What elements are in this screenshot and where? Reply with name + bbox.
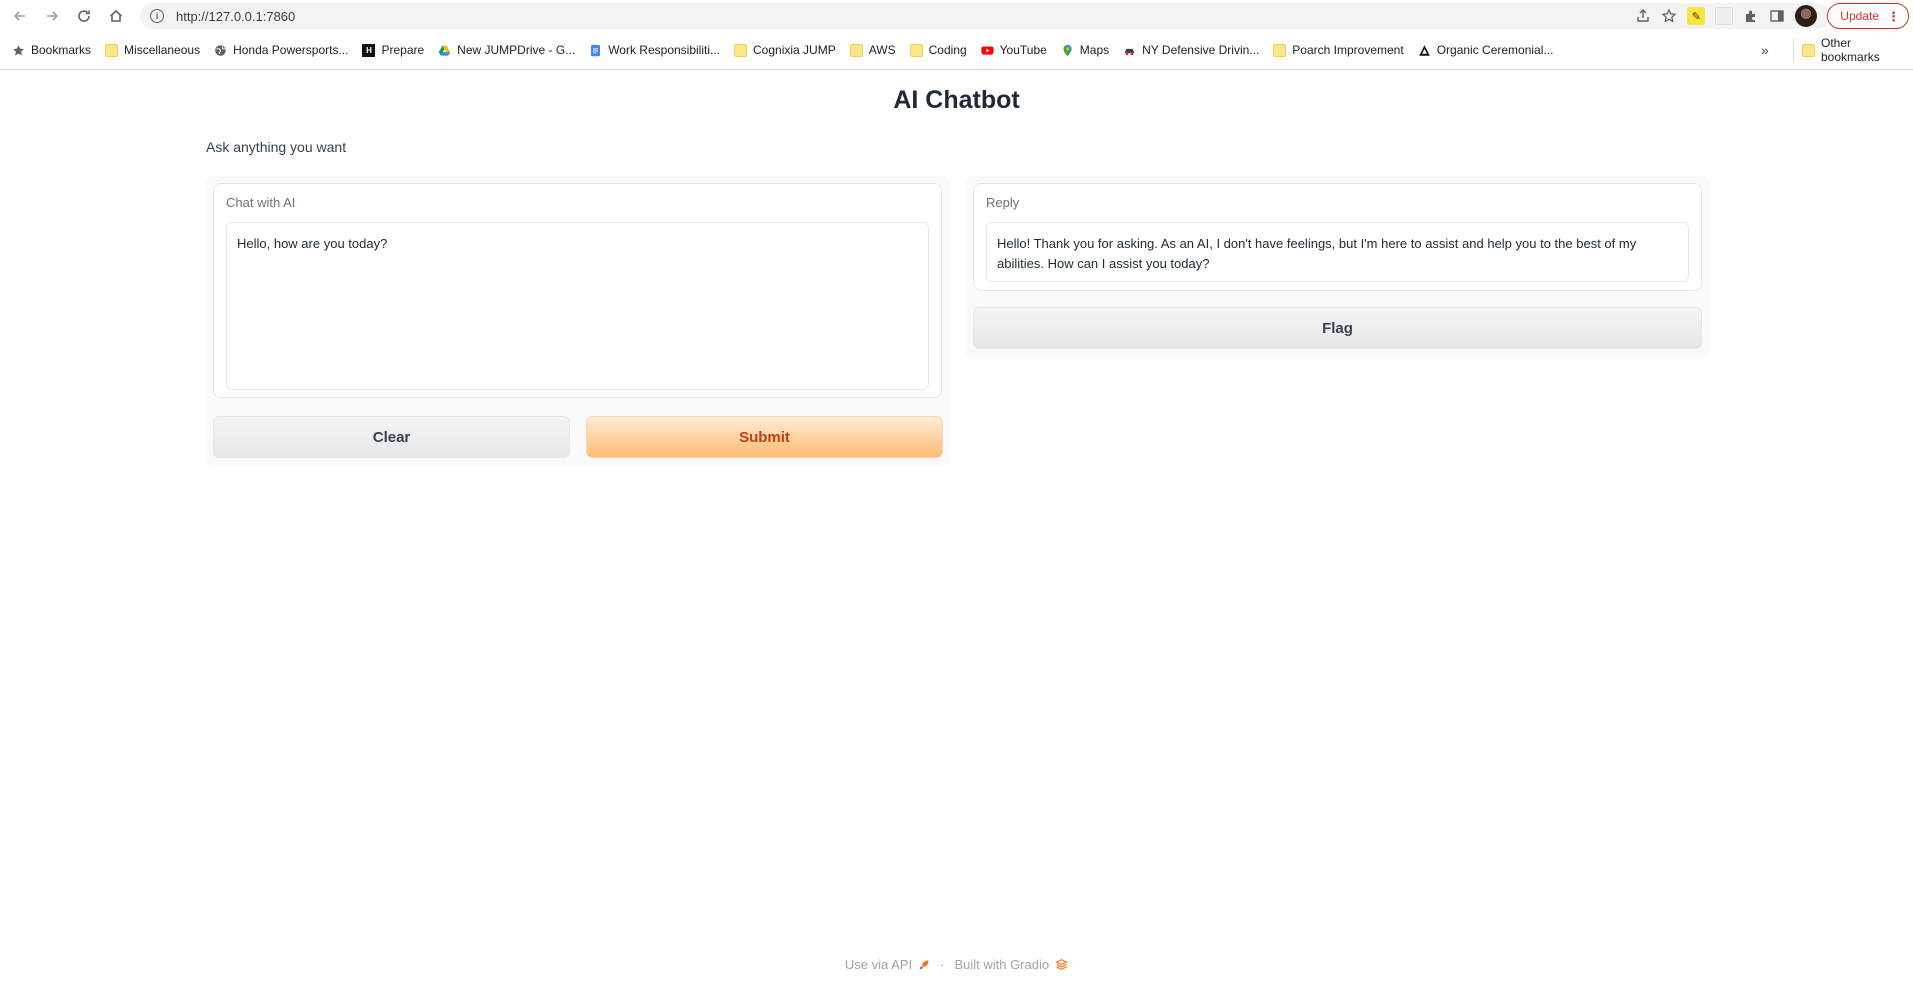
forward-button[interactable] — [36, 0, 68, 32]
reload-button[interactable] — [68, 0, 100, 32]
clear-button[interactable]: Clear — [213, 416, 570, 458]
car-icon — [1124, 48, 1135, 55]
page-title: AI Chatbot — [893, 86, 1020, 114]
bookmark-item[interactable]: Poarch Improvement — [1273, 43, 1404, 57]
hackerrank-icon: H — [362, 43, 376, 57]
site-info-icon[interactable]: i — [150, 9, 164, 23]
bookmark-label: Cognixia JUMP — [753, 43, 836, 57]
reply-block: Reply Hello! Thank you for asking. As an… — [973, 183, 1702, 291]
extension-blank-icon[interactable] — [1715, 7, 1734, 25]
update-button[interactable]: Update ⋮ — [1827, 3, 1909, 29]
youtube-icon — [981, 45, 994, 55]
extensions-puzzle-icon[interactable] — [1743, 8, 1759, 24]
bookmark-item[interactable]: NY Defensive Drivin... — [1123, 43, 1259, 57]
bookmark-label: Poarch Improvement — [1292, 43, 1404, 57]
bookmark-label: Honda Powersports... — [233, 43, 349, 57]
folder-icon — [849, 43, 863, 57]
bookmark-item[interactable]: Miscellaneous — [105, 43, 200, 57]
bookmark-item[interactable]: Maps — [1061, 43, 1109, 57]
bookmark-item[interactable]: YouTube — [981, 43, 1047, 57]
other-bookmarks-label: Other bookmarks — [1821, 36, 1880, 64]
reply-label: Reply — [986, 195, 1020, 210]
star-icon — [13, 44, 24, 55]
bookmark-label: New JUMPDrive - G... — [457, 43, 576, 57]
bookmark-label: Bookmarks — [31, 43, 92, 57]
google-drive-icon — [438, 45, 451, 56]
arrow-left-icon — [13, 11, 25, 21]
back-button[interactable] — [4, 0, 36, 32]
chat-input-label: Chat with AI — [226, 195, 296, 210]
footer-separator: · — [940, 957, 945, 972]
address-bar[interactable]: i http://127.0.0.1:7860 — [140, 3, 1830, 29]
chat-input-block: Chat with AI Hello, how are you today? — [213, 183, 942, 398]
page-description: Ask anything you want — [206, 139, 347, 155]
bookmark-label: Organic Ceremonial... — [1436, 43, 1554, 57]
bookmark-item[interactable]: H Prepare — [362, 43, 424, 57]
bookmark-label: AWS — [868, 43, 896, 57]
bookmarks-overflow-button[interactable]: » — [1761, 38, 1769, 62]
home-icon — [109, 9, 123, 22]
bookmark-item[interactable]: Coding — [909, 43, 967, 57]
bookmark-item[interactable]: AWS — [849, 43, 896, 57]
other-bookmarks[interactable]: Other bookmarks — [1793, 36, 1913, 64]
globe-icon — [215, 44, 226, 56]
reply-textbox[interactable]: Hello! Thank you for asking. As an AI, I… — [986, 222, 1689, 282]
bookmark-label: YouTube — [999, 43, 1047, 57]
bookmark-label: Coding — [928, 43, 967, 57]
rocket-icon — [919, 960, 929, 969]
profile-avatar[interactable] — [1795, 5, 1818, 27]
bookmark-item[interactable]: Honda Powersports... — [214, 43, 348, 57]
bookmark-label: Miscellaneous — [124, 43, 201, 57]
maps-icon — [1063, 44, 1072, 56]
folder-icon — [1273, 43, 1287, 57]
bookmark-label: Prepare — [381, 43, 425, 57]
reload-icon — [78, 10, 90, 22]
bookmarks-bar: Bookmarks Miscellaneous Honda Powersport… — [0, 36, 1913, 64]
triangle-logo-icon — [1418, 44, 1430, 56]
input-panel: Chat with AI Hello, how are you today? C… — [205, 176, 950, 466]
arrow-right-icon — [47, 11, 59, 21]
toolbar-actions: ✎ Update ⋮ — [1635, 3, 1909, 29]
submit-button[interactable]: Submit — [586, 416, 943, 458]
home-button[interactable] — [100, 0, 132, 32]
page-footer: Use via API · Built with Gradio — [0, 957, 1913, 972]
bookmark-label: Maps — [1079, 43, 1110, 57]
bookmark-item[interactable]: Organic Ceremonial... — [1418, 43, 1554, 57]
bookmark-item[interactable]: Work Responsibiliti... — [589, 43, 720, 57]
bookmark-item[interactable]: New JUMPDrive - G... — [438, 43, 575, 57]
bookmark-item[interactable]: Cognixia JUMP — [734, 43, 836, 57]
gradio-logo-icon — [1055, 958, 1068, 971]
built-with-gradio-link[interactable]: Built with Gradio — [954, 957, 1049, 972]
share-icon[interactable] — [1635, 8, 1651, 24]
flag-button[interactable]: Flag — [973, 307, 1702, 349]
extension-yellow-icon[interactable]: ✎ — [1687, 7, 1706, 25]
folder-icon — [105, 43, 119, 57]
browser-toolbar: i http://127.0.0.1:7860 ✎ Update ⋮ — [0, 0, 1913, 32]
folder-icon — [734, 43, 748, 57]
bookmark-label: Work Responsibiliti... — [608, 43, 721, 57]
folder-icon — [909, 43, 923, 57]
bookmark-star-icon[interactable] — [1661, 8, 1677, 24]
google-docs-icon — [591, 44, 601, 56]
use-via-api-link[interactable]: Use via API — [845, 957, 912, 972]
chat-input-textarea[interactable]: Hello, how are you today? — [226, 222, 929, 390]
chrome-divider — [0, 69, 1913, 70]
side-panel-icon[interactable] — [1769, 8, 1785, 24]
more-vert-icon: ⋮ — [1887, 8, 1900, 24]
folder-icon — [1802, 43, 1815, 57]
bookmark-label: NY Defensive Drivin... — [1142, 43, 1260, 57]
bookmark-item[interactable]: Bookmarks — [12, 43, 91, 57]
url-text[interactable]: http://127.0.0.1:7860 — [176, 9, 295, 24]
output-panel: Reply Hello! Thank you for asking. As an… — [965, 176, 1710, 358]
update-label: Update — [1840, 9, 1879, 23]
